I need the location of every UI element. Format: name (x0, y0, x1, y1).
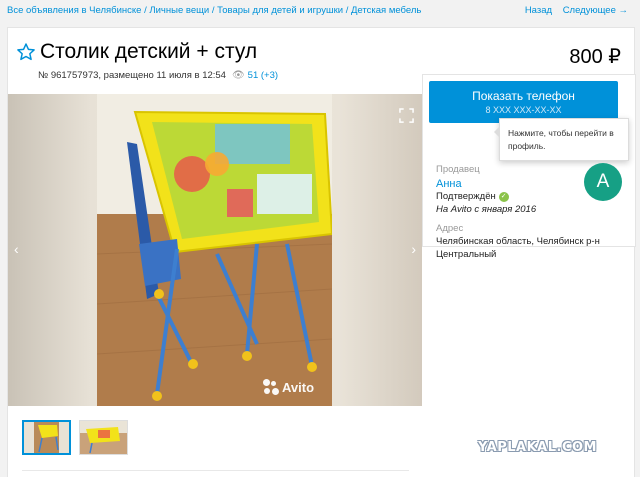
breadcrumb-furniture[interactable]: Детская мебель (351, 5, 421, 16)
breadcrumb-separator: / (209, 5, 218, 16)
profile-tooltip: Нажмите, чтобы перейти в профиль. (494, 118, 629, 161)
show-phone-button[interactable]: Показать телефон 8 XXX XXX-XX-XX (429, 81, 618, 123)
listing-meta: № 961757973, размещено 11 июля в 12:54 👁… (38, 70, 278, 81)
member-since: На Avito с января 2016 (436, 204, 537, 215)
views-counter[interactable]: 👁 51 (+3) (232, 70, 278, 81)
thumbnail-2-image (80, 421, 127, 454)
avito-logo-icon (263, 379, 279, 395)
seller-label: Продавец (436, 164, 480, 175)
show-phone-mask: 8 XXX XXX-XX-XX (485, 105, 562, 115)
divider (22, 470, 409, 471)
breadcrumb-kids[interactable]: Товары для детей и игрушки (217, 5, 343, 16)
seller-avatar[interactable]: А (584, 163, 622, 201)
title-row: Столик детский + стул (16, 40, 257, 64)
top-bar: Все объявления в Челябинске / Личные вещ… (0, 0, 640, 22)
verified-status: Подтверждён ✓ (436, 191, 509, 202)
prev-photo-arrow[interactable]: ‹ (14, 241, 19, 257)
address-label: Адрес (436, 223, 464, 234)
photo-gallery[interactable]: ‹ › Avito (8, 94, 422, 406)
avito-watermark-text: Avito (282, 379, 315, 395)
fullscreen-icon[interactable] (399, 108, 414, 123)
favorite-star-icon[interactable] (16, 42, 36, 62)
thumbnail-1-image (24, 422, 69, 453)
eye-icon: 👁 (231, 70, 245, 81)
main-photo (97, 94, 332, 406)
verified-label: Подтверждён (436, 191, 496, 202)
thumbnail-1[interactable] (22, 420, 71, 455)
listing-id-date: № 961757973, размещено 11 июля в 12:54 (38, 70, 226, 81)
listing-nav: Назад Следующее → (517, 5, 628, 16)
listing-price: 800 ₽ (569, 46, 621, 68)
breadcrumb-all[interactable]: Все объявления в Челябинске (7, 5, 141, 16)
show-phone-label: Показать телефон (472, 89, 575, 103)
address-line-1: Челябинская область, Челябинск р-н (436, 236, 600, 247)
desk-illustration (97, 94, 332, 406)
back-link[interactable]: Назад (525, 5, 552, 16)
next-link[interactable]: Следующее → (563, 5, 628, 16)
site-watermark: YAPLAKAL.COM (478, 440, 597, 455)
seller-name-link[interactable]: Анна (436, 178, 462, 190)
next-photo-arrow[interactable]: › (411, 241, 416, 257)
breadcrumb: Все объявления в Челябинске / Личные вещ… (7, 5, 421, 16)
address-line-2: Центральный (436, 249, 497, 260)
breadcrumb-separator: / (343, 5, 351, 16)
verified-check-icon: ✓ (498, 191, 509, 202)
breadcrumb-personal[interactable]: Личные вещи (149, 5, 209, 16)
thumbnail-2[interactable] (79, 420, 128, 455)
thumbnail-strip (22, 420, 128, 455)
views-count: 51 (+3) (247, 70, 279, 81)
avito-watermark: Avito (263, 379, 314, 395)
listing-title: Столик детский + стул (40, 40, 258, 63)
